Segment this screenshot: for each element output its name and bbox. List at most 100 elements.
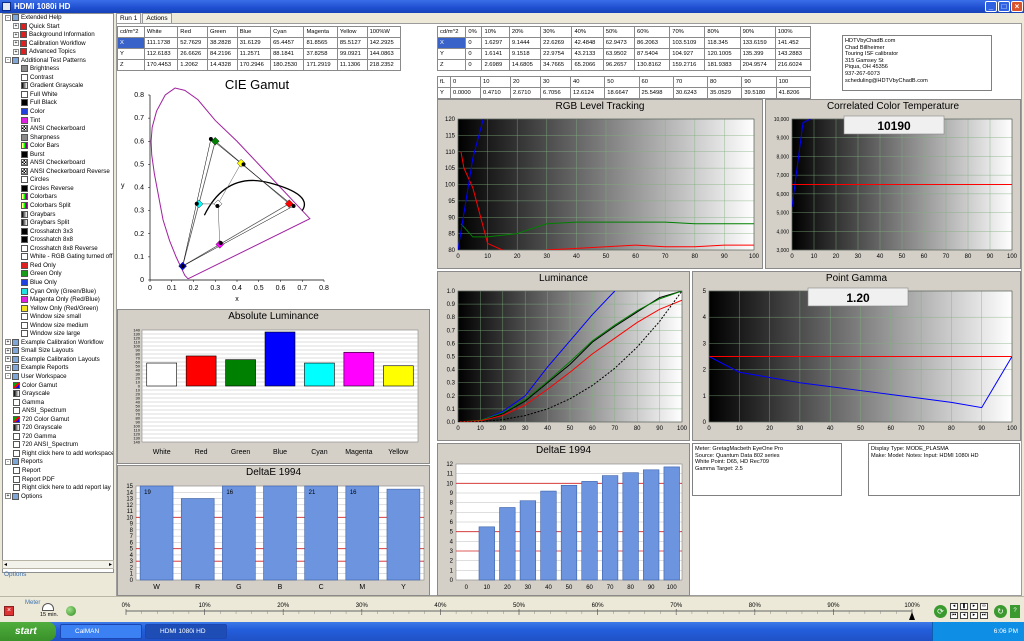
tree-item[interactable]: Window size large — [3, 330, 113, 339]
tree-item[interactable]: Full White — [3, 90, 113, 100]
collapse-icon[interactable]: - — [5, 373, 11, 380]
pause-icon[interactable]: ❚ — [960, 603, 968, 610]
expand-icon[interactable]: + — [5, 347, 11, 354]
tree-item[interactable]: ANSI Checkerboard — [3, 125, 113, 134]
tree-item[interactable]: + Quick Start — [3, 22, 113, 32]
tree-item[interactable]: Report — [3, 466, 113, 476]
tree-item[interactable]: + Calibration Workflow — [3, 39, 113, 49]
expand-icon[interactable]: + — [13, 40, 19, 47]
loop-icon[interactable]: ∞ — [980, 603, 988, 610]
tree-item[interactable]: Contrast — [3, 73, 113, 83]
tree-item[interactable]: Color Bars — [3, 142, 113, 151]
tree-item[interactable]: ANSI Checkerboard Reverse — [3, 167, 113, 177]
expand-icon[interactable]: + — [5, 364, 11, 371]
tree-item[interactable]: - Extended Help — [3, 14, 113, 23]
tree-item[interactable]: + Example Reports — [3, 364, 113, 373]
tree-item[interactable]: 720 Grayscale — [3, 424, 113, 433]
stop-icon[interactable]: × — [4, 606, 14, 616]
scroll-right-icon[interactable]: ▸ — [109, 561, 112, 568]
tree-item[interactable]: Brightness — [3, 65, 113, 74]
help-icon[interactable]: ? — [1010, 605, 1020, 618]
tree-item[interactable]: - Reports — [3, 458, 113, 467]
collapse-icon[interactable]: - — [5, 458, 11, 465]
expand-icon[interactable]: + — [13, 31, 19, 38]
tree-item[interactable]: Crosshatch 8x8 — [3, 236, 113, 245]
taskbar-item-calman[interactable]: CalMAN — [60, 624, 142, 639]
scroll-left-icon[interactable]: ◂ — [4, 561, 7, 568]
tree-item[interactable]: Gamma — [3, 398, 113, 408]
tree-item[interactable]: Gradient Grayscale — [3, 82, 113, 91]
tree-item[interactable]: + Small Size Layouts — [3, 347, 113, 356]
read-icon[interactable]: ↻ — [994, 605, 1007, 618]
tree-item[interactable]: Full Black — [3, 99, 113, 108]
y-tick-label: 0.5 — [447, 355, 456, 361]
tree-item[interactable]: Graybars Split — [3, 219, 113, 228]
tab-actions[interactable]: Actions — [142, 13, 172, 23]
minimize-button[interactable]: _ — [985, 1, 997, 12]
prev-icon[interactable]: ◂ — [950, 603, 958, 610]
tree-item[interactable]: - Additional Test Patterns — [3, 56, 113, 66]
next-icon[interactable]: ▸ — [970, 603, 978, 610]
tree-item[interactable]: + Example Calibration Workflow — [3, 338, 113, 348]
tree-item[interactable]: Colorbars Split — [3, 202, 113, 211]
maximize-button[interactable]: □ — [998, 1, 1010, 12]
y-tick-label: 0.4 — [134, 185, 144, 192]
tree-item[interactable]: Colorbars — [3, 193, 113, 202]
tree-item[interactable]: Color — [3, 108, 113, 117]
tree-item[interactable]: Cyan Only (Green/Blue) — [3, 287, 113, 297]
forward-icon[interactable]: ▸ — [970, 612, 978, 619]
taskbar-item-hdmi[interactable]: HDMI 1080i HD — [145, 624, 227, 639]
tree-item[interactable]: Green Only — [3, 270, 113, 279]
tree-item[interactable]: + Options — [3, 492, 113, 502]
expand-icon[interactable]: + — [5, 356, 11, 363]
tree-item[interactable]: Right click here to add report lay — [3, 484, 113, 493]
tree-item[interactable]: Report PDF — [3, 475, 113, 485]
expand-icon[interactable]: + — [5, 493, 11, 500]
tree-item[interactable]: Red Only — [3, 261, 113, 271]
refresh-icon[interactable]: ⟳ — [934, 605, 947, 618]
tree-item[interactable]: + Advanced Topics — [3, 48, 113, 57]
collapse-icon[interactable]: - — [5, 57, 11, 64]
tree-item[interactable]: Right click here to add workspace — [3, 449, 113, 459]
back-icon[interactable]: ◂ — [960, 612, 968, 619]
tree-item[interactable]: 720 Gamma — [3, 432, 113, 442]
tree-item[interactable]: Grayscale — [3, 390, 113, 399]
tree-horizontal-scrollbar[interactable]: ◂ ▸ — [2, 560, 114, 569]
first-icon[interactable]: ⏮ — [950, 612, 958, 619]
close-button[interactable]: × — [1011, 1, 1023, 12]
tree-item[interactable]: Burst — [3, 150, 113, 160]
tree-item[interactable]: Circles — [3, 176, 113, 185]
tree-item[interactable]: + Example Calibration Layouts — [3, 355, 113, 365]
expand-icon[interactable]: + — [5, 339, 11, 346]
last-icon[interactable]: ⏭ — [980, 612, 988, 619]
meter-status-icon[interactable] — [66, 606, 76, 616]
tree-item[interactable]: Tint — [3, 116, 113, 126]
tree-item[interactable]: Graybars — [3, 210, 113, 220]
tree-item[interactable]: Color Gamut — [3, 381, 113, 391]
tree-item[interactable]: Window size small — [3, 313, 113, 322]
meter-gauge-icon[interactable] — [42, 603, 54, 611]
tree-item[interactable]: Window size medium — [3, 321, 113, 331]
tree-item[interactable]: ANSI Checkerboard — [3, 159, 113, 168]
tree-item[interactable]: 720 Color Gamut — [3, 415, 113, 425]
collapse-icon[interactable]: - — [5, 14, 11, 21]
tree-item[interactable]: Circles Reverse — [3, 184, 113, 194]
tab-run-1[interactable]: Run 1 — [116, 13, 142, 23]
tree-item[interactable]: ANSI_Spectrum — [3, 407, 113, 416]
start-button[interactable]: start — [0, 622, 56, 641]
tree-item[interactable]: - User Workspace — [3, 372, 113, 382]
options-label[interactable]: Options — [4, 571, 26, 578]
tree-item[interactable]: White - RGB Gating turned off — [3, 253, 113, 262]
expand-icon[interactable]: + — [13, 23, 19, 30]
tree-item[interactable]: 720 ANSI_Spectrum — [3, 441, 113, 450]
workflow-tree[interactable]: - Extended Help + Quick Start + Background In… — [2, 13, 114, 573]
tree-item[interactable]: Crosshatch 3x3 — [3, 227, 113, 237]
tree-item[interactable]: Crosshatch 8x8 Reverse — [3, 244, 113, 254]
tree-item[interactable]: + Background Information — [3, 31, 113, 40]
tree-item[interactable]: Blue Only — [3, 278, 113, 288]
tree-item[interactable]: Yellow Only (Red/Green) — [3, 304, 113, 314]
tree-item[interactable]: Sharpness — [3, 133, 113, 143]
expand-icon[interactable]: + — [13, 48, 19, 55]
level-slider[interactable]: 0% 10% 20% 30% 40% 50% 60% 70% 80% 90% 100% — [118, 599, 924, 621]
tree-item[interactable]: Magenta Only (Red/Blue) — [3, 296, 113, 305]
